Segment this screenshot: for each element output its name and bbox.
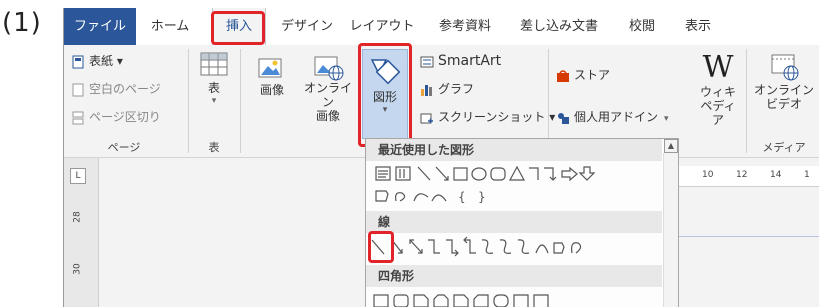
tab-review[interactable]: 校閲 [622,8,662,45]
ruler-mark: 30 [72,263,83,275]
wikipedia-label-2: ペディア [700,99,736,127]
wikipedia-label-1: ウィキ [699,85,736,99]
addins-icon [558,112,569,124]
ruler-mark: 1 [804,170,810,180]
cover-page-button[interactable]: 表紙 ▾ [72,51,123,71]
insert-tab-highlight [211,11,265,45]
online-video-label-1: オンライン [754,83,815,97]
ruler-mark: 28 [72,211,83,223]
blank-page-label: 空白のページ [89,82,161,96]
page-break-icon [72,111,84,124]
tab-mailings[interactable]: 差し込み文書 [514,8,604,45]
wikipedia-icon: W [702,50,734,85]
rectangles-header: 四角形 [366,265,662,287]
online-pictures-button[interactable]: オンライン 画像 [300,51,356,123]
tab-selector[interactable]: L [70,168,86,184]
media-group-label: メディア [762,141,806,154]
screenshot-button[interactable]: スクリーンショット ▾ [420,107,555,127]
addins-dropdown-icon: ▾ [664,114,669,124]
page-margin-line [676,236,819,237]
pages-group-label: ページ [107,141,141,154]
word-window: ファイル ホーム 挿入 デザイン レイアウト 参考資料 差し込み文書 校閲 表示… [63,8,819,307]
table-icon [200,52,228,76]
step-label: (1) [2,8,42,38]
tab-file[interactable]: ファイル [64,8,136,45]
store-label: ストア [574,68,611,82]
smartart-icon [420,56,434,67]
chart-icon [421,84,432,96]
ruler-mark: 12 [736,170,748,180]
rectangle-shapes-row[interactable] [366,289,662,307]
pictures-button[interactable]: 画像 [250,51,294,98]
brace-close-icon: } [478,190,486,204]
blank-page-button[interactable]: 空白のページ [72,79,161,99]
cover-page-label: 表紙 ▾ [89,54,123,68]
picture-icon [258,58,282,78]
screenshot-label: スクリーンショット ▾ [438,110,556,124]
ruler-mark: 14 [770,170,782,180]
separator [240,49,241,153]
blank-page-icon [72,83,84,96]
online-video-label-2: ビデオ [765,97,802,111]
tab-view[interactable]: 表示 [678,8,718,45]
page-break-label: ページ区切り [89,110,161,124]
online-pictures-label-2: 画像 [315,109,340,123]
screenshot-icon [420,113,433,123]
online-video-button[interactable]: オンライン ビデオ [754,51,814,111]
my-addins-label: 個人用アドイン [574,110,659,124]
recent-shapes-header: 最近使用した図形 [366,139,662,161]
vertical-ruler: L 28 30 [64,158,99,307]
table-label: 表 [207,81,220,95]
pictures-label: 画像 [259,83,284,97]
smartart-label: SmartArt [438,53,502,69]
online-video-icon [771,54,799,81]
my-addins-button[interactable]: 個人用アドイン ▾ [556,107,669,127]
store-button[interactable]: ストア [556,65,610,85]
shapes-gallery: 最近使用した図形 ▲ { } 線 四角形 [365,138,679,307]
wikipedia-button[interactable]: W ウィキ ペディア [696,50,740,128]
tab-layout[interactable]: レイアウト [348,8,416,45]
online-pictures-label-1: オンライン [303,81,352,109]
page-break-button[interactable]: ページ区切り [72,107,161,127]
brace-open-icon: { [458,190,466,204]
line-shape-highlight [368,231,394,263]
scroll-up-icon[interactable]: ▲ [664,139,678,153]
tab-references[interactable]: 参考資料 [434,8,496,45]
ribbon-tab-bar: ファイル ホーム 挿入 デザイン レイアウト 参考資料 差し込み文書 校閲 表示 [64,8,819,45]
smartart-button[interactable]: SmartArt [420,51,501,71]
lines-header: 線 [366,211,662,233]
tab-home[interactable]: ホーム [144,8,196,45]
chart-label: グラフ [438,82,475,96]
cover-page-icon [72,55,84,68]
horizontal-ruler: 10 12 14 1 [676,166,819,187]
online-picture-icon [314,56,344,81]
table-dropdown-icon: ▾ [211,96,217,106]
chart-button[interactable]: グラフ [420,79,474,99]
shapes-button-highlight [358,43,412,147]
separator [188,49,189,153]
tab-design[interactable]: デザイン [276,8,338,45]
ruler-mark: 10 [702,170,714,180]
separator [746,49,747,153]
recent-shapes-row[interactable]: { } [366,163,662,209]
gallery-scrollbar[interactable] [663,153,678,307]
line-shapes-row[interactable] [366,235,662,263]
table-button[interactable]: 表 ▾ [194,51,234,106]
table-group-label: 表 [208,141,220,154]
store-icon [557,69,569,82]
